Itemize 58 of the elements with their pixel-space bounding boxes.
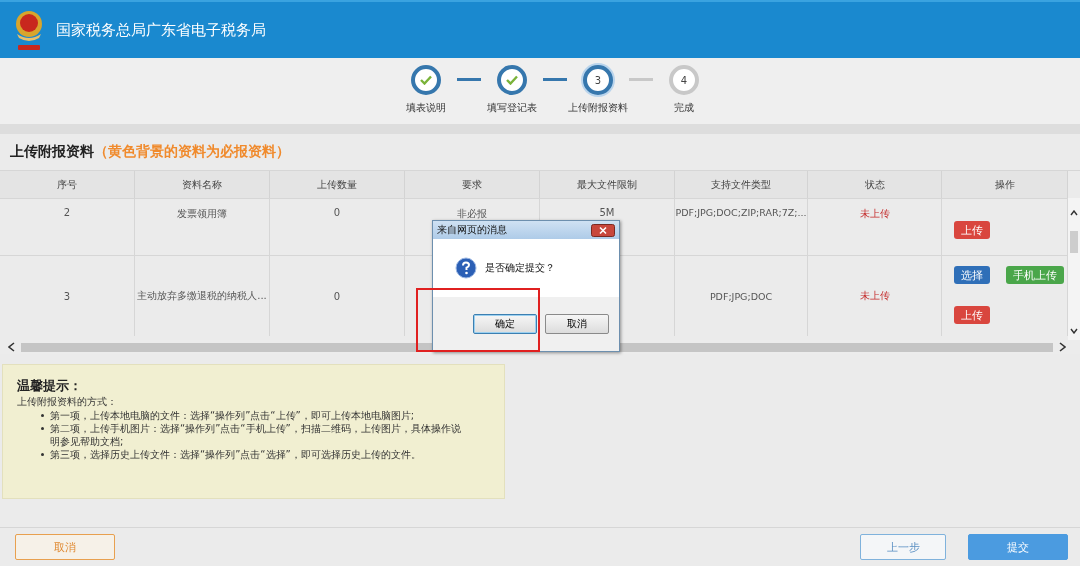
- section-note: （黄色背景的资料为必报资料）: [94, 143, 290, 161]
- bullet-icon: [41, 414, 44, 417]
- section-title: 上传附报资料: [10, 143, 94, 161]
- cancel-button[interactable]: 取消: [15, 534, 115, 560]
- previous-step-button[interactable]: 上一步: [860, 534, 946, 560]
- step-label: 填写登记表: [487, 101, 537, 115]
- dialog-message: 是否确定提交？: [485, 261, 555, 275]
- table-cell: 非必报: [457, 207, 487, 221]
- dialog-title: 来自网页的消息: [437, 223, 507, 237]
- question-icon: [455, 257, 477, 279]
- scroll-thumb[interactable]: [1070, 231, 1078, 253]
- tips-intro: 上传附报资料的方式：: [17, 395, 118, 409]
- table-cell: 发票领用簿: [177, 207, 227, 221]
- column-header: 上传数量: [270, 171, 405, 198]
- dialog-button[interactable]: 取消: [545, 314, 609, 334]
- column-header: 最大文件限制: [540, 171, 675, 198]
- column-header: 要求: [405, 171, 540, 198]
- table-cell: 主动放弃多缴退税的纳税人...: [137, 289, 267, 303]
- site-title: 国家税务总局广东省电子税务局: [56, 20, 266, 40]
- action-button[interactable]: 上传: [954, 221, 990, 239]
- step-label: 上传附报资料: [568, 101, 628, 115]
- action-button[interactable]: 上传: [954, 306, 990, 324]
- table-cell: 0: [333, 207, 341, 218]
- step-circle: 4: [669, 65, 699, 95]
- scroll-left-icon[interactable]: [8, 342, 15, 352]
- status-text: 未上传: [859, 207, 890, 221]
- scroll-down-icon[interactable]: [1070, 328, 1078, 334]
- status-text: 未上传: [859, 289, 890, 303]
- table-cell: 3: [63, 290, 71, 302]
- table-cell: 0: [333, 290, 341, 302]
- dialog-button[interactable]: 确定: [473, 314, 537, 334]
- step-label: 完成: [674, 101, 694, 115]
- bullet-icon: [41, 427, 44, 430]
- column-header: 资料名称: [135, 171, 270, 198]
- table-cell: 5M: [599, 207, 615, 218]
- scroll-right-icon[interactable]: [1059, 342, 1066, 352]
- table-cell: PDF;JPG;DOC;ZIP;RAR;7Z;...: [675, 207, 807, 218]
- action-button[interactable]: 手机上传: [1006, 266, 1064, 284]
- scroll-up-icon[interactable]: [1070, 210, 1078, 216]
- vertical-scrollbar[interactable]: [1068, 198, 1080, 340]
- action-button[interactable]: 选择: [954, 266, 990, 284]
- check-icon: [506, 75, 518, 85]
- submit-button[interactable]: 提交: [968, 534, 1068, 560]
- column-header: 状态: [808, 171, 942, 198]
- column-header: 支持文件类型: [675, 171, 808, 198]
- bullet-icon: [41, 453, 44, 456]
- tips-title: 温馨提示：: [17, 377, 83, 395]
- step-label: 填表说明: [406, 101, 446, 115]
- tip-text: 第一项，上传本地电脑的文件：选择“操作列”点击“上传”，即可上传本地电脑图片;: [50, 409, 416, 422]
- table-cell: PDF;JPG;DOC: [709, 290, 773, 302]
- tip-text: 第三项，选择历史上传文件：选择“操作列”点击“选择”，即可选择历史上传的文件。: [50, 448, 422, 461]
- check-icon: [420, 75, 432, 85]
- column-header: 操作: [942, 171, 1068, 198]
- tip-text: 第二项，上传手机图片：选择“操作列”点击“手机上传”，扫描二维码，上传图片，具体操作说明参见帮助文档;: [50, 422, 462, 448]
- close-icon[interactable]: [591, 223, 615, 237]
- step-circle: 3: [583, 65, 613, 95]
- column-header: 序号: [0, 171, 135, 198]
- table-cell: 2: [63, 207, 71, 218]
